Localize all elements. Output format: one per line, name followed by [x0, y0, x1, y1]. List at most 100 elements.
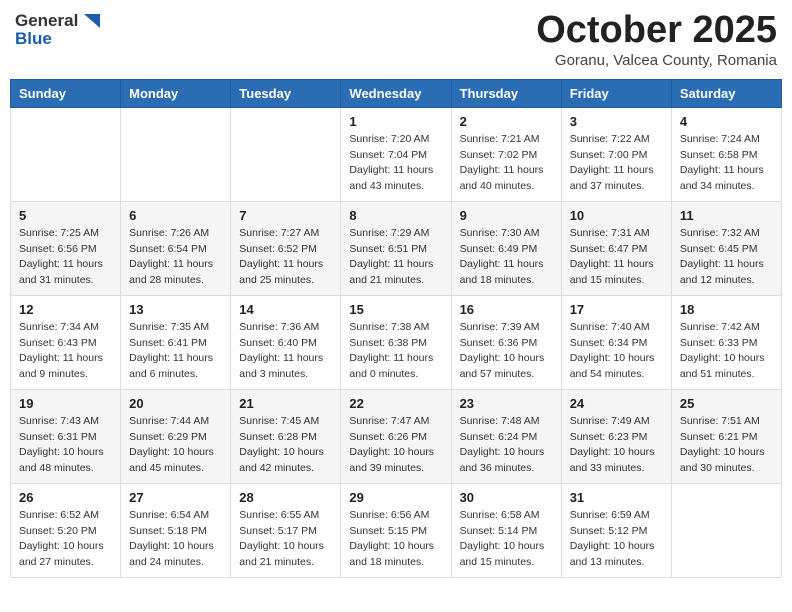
day-number: 31 [570, 490, 663, 505]
day-number: 3 [570, 114, 663, 129]
weekday-header-saturday: Saturday [671, 79, 781, 107]
day-info: Sunrise: 7:44 AMSunset: 6:29 PMDaylight:… [129, 414, 222, 477]
day-info: Sunrise: 7:43 AMSunset: 6:31 PMDaylight:… [19, 414, 112, 477]
day-number: 29 [349, 490, 442, 505]
calendar-cell: 12Sunrise: 7:34 AMSunset: 6:43 PMDayligh… [11, 295, 121, 389]
day-info: Sunrise: 7:42 AMSunset: 6:33 PMDaylight:… [680, 320, 773, 383]
calendar-cell: 14Sunrise: 7:36 AMSunset: 6:40 PMDayligh… [231, 295, 341, 389]
calendar-cell: 25Sunrise: 7:51 AMSunset: 6:21 PMDayligh… [671, 389, 781, 483]
day-number: 19 [19, 396, 112, 411]
day-info: Sunrise: 7:27 AMSunset: 6:52 PMDaylight:… [239, 226, 332, 289]
calendar-cell: 28Sunrise: 6:55 AMSunset: 5:17 PMDayligh… [231, 483, 341, 577]
day-info: Sunrise: 7:39 AMSunset: 6:36 PMDaylight:… [460, 320, 553, 383]
calendar-cell [671, 483, 781, 577]
title-section: October 2025 Goranu, Valcea County, Roma… [536, 10, 777, 69]
day-info: Sunrise: 7:21 AMSunset: 7:02 PMDaylight:… [460, 132, 553, 195]
weekday-header-thursday: Thursday [451, 79, 561, 107]
day-number: 11 [680, 208, 773, 223]
day-number: 7 [239, 208, 332, 223]
day-number: 9 [460, 208, 553, 223]
calendar-cell: 26Sunrise: 6:52 AMSunset: 5:20 PMDayligh… [11, 483, 121, 577]
calendar-cell: 31 Sunrise: 6:59 AMSunset: 5:12 PMDayligh… [561, 483, 671, 577]
day-number: 25 [680, 396, 773, 411]
calendar-cell: 16 Sunrise: 7:39 AMSunset: 6:36 PMDayligh… [451, 295, 561, 389]
logo-text: General Blue [15, 10, 102, 49]
weekday-header-wednesday: Wednesday [341, 79, 451, 107]
day-number: 10 [570, 208, 663, 223]
calendar-cell: 1Sunrise: 7:20 AMSunset: 7:04 PMDaylight… [341, 107, 451, 201]
day-info: Sunrise: 6:54 AMSunset: 5:18 PMDaylight:… [129, 508, 222, 571]
logo-blue: Blue [15, 30, 102, 49]
day-number: 13 [129, 302, 222, 317]
day-number: 16 [460, 302, 553, 317]
calendar-cell: 8 Sunrise: 7:29 AMSunset: 6:51 PMDaylight… [341, 201, 451, 295]
calendar-cell: 19 Sunrise: 7:43 AMSunset: 6:31 PMDayligh… [11, 389, 121, 483]
calendar-week-row: 12Sunrise: 7:34 AMSunset: 6:43 PMDayligh… [11, 295, 782, 389]
day-number: 2 [460, 114, 553, 129]
weekday-header-friday: Friday [561, 79, 671, 107]
calendar-week-row: 26Sunrise: 6:52 AMSunset: 5:20 PMDayligh… [11, 483, 782, 577]
calendar-cell: 11 Sunrise: 7:32 AMSunset: 6:45 PMDayligh… [671, 201, 781, 295]
page-header: General Blue October 2025 Goranu, Valcea… [10, 10, 782, 69]
day-number: 6 [129, 208, 222, 223]
weekday-header-row: SundayMondayTuesdayWednesdayThursdayFrid… [11, 79, 782, 107]
calendar-cell: 15 Sunrise: 7:38 AMSunset: 6:38 PMDayligh… [341, 295, 451, 389]
calendar-cell: 4 Sunrise: 7:24 AMSunset: 6:58 PMDaylight… [671, 107, 781, 201]
day-info: Sunrise: 7:32 AMSunset: 6:45 PMDaylight:… [680, 226, 773, 289]
day-info: Sunrise: 7:20 AMSunset: 7:04 PMDaylight:… [349, 132, 442, 195]
day-info: Sunrise: 7:24 AMSunset: 6:58 PMDaylight:… [680, 132, 773, 195]
calendar-cell: 17Sunrise: 7:40 AMSunset: 6:34 PMDayligh… [561, 295, 671, 389]
month-title: October 2025 [536, 10, 777, 52]
calendar-cell: 13 Sunrise: 7:35 AMSunset: 6:41 PMDayligh… [121, 295, 231, 389]
calendar-cell: 29 Sunrise: 6:56 AMSunset: 5:15 PMDayligh… [341, 483, 451, 577]
calendar-cell [11, 107, 121, 201]
day-number: 15 [349, 302, 442, 317]
day-info: Sunrise: 7:48 AMSunset: 6:24 PMDaylight:… [460, 414, 553, 477]
day-number: 17 [570, 302, 663, 317]
day-info: Sunrise: 7:29 AMSunset: 6:51 PMDaylight:… [349, 226, 442, 289]
day-info: Sunrise: 6:52 AMSunset: 5:20 PMDaylight:… [19, 508, 112, 571]
calendar-cell: 7 Sunrise: 7:27 AMSunset: 6:52 PMDaylight… [231, 201, 341, 295]
weekday-header-monday: Monday [121, 79, 231, 107]
day-number: 8 [349, 208, 442, 223]
day-info: Sunrise: 7:38 AMSunset: 6:38 PMDaylight:… [349, 320, 442, 383]
calendar-cell: 30Sunrise: 6:58 AMSunset: 5:14 PMDayligh… [451, 483, 561, 577]
day-number: 5 [19, 208, 112, 223]
calendar-table: SundayMondayTuesdayWednesdayThursdayFrid… [10, 79, 782, 578]
day-number: 21 [239, 396, 332, 411]
day-info: Sunrise: 7:35 AMSunset: 6:41 PMDaylight:… [129, 320, 222, 383]
day-number: 22 [349, 396, 442, 411]
calendar-week-row: 1Sunrise: 7:20 AMSunset: 7:04 PMDaylight… [11, 107, 782, 201]
day-info: Sunrise: 6:59 AMSunset: 5:12 PMDaylight:… [570, 508, 663, 571]
day-info: Sunrise: 6:56 AMSunset: 5:15 PMDaylight:… [349, 508, 442, 571]
day-info: Sunrise: 7:26 AMSunset: 6:54 PMDaylight:… [129, 226, 222, 289]
day-number: 23 [460, 396, 553, 411]
logo-general: General [15, 12, 78, 31]
day-info: Sunrise: 6:55 AMSunset: 5:17 PMDaylight:… [239, 508, 332, 571]
day-number: 24 [570, 396, 663, 411]
calendar-cell: 22 Sunrise: 7:47 AMSunset: 6:26 PMDayligh… [341, 389, 451, 483]
day-info: Sunrise: 7:45 AMSunset: 6:28 PMDaylight:… [239, 414, 332, 477]
location-subtitle: Goranu, Valcea County, Romania [536, 52, 777, 69]
calendar-week-row: 5 Sunrise: 7:25 AMSunset: 6:56 PMDaylight… [11, 201, 782, 295]
day-info: Sunrise: 7:30 AMSunset: 6:49 PMDaylight:… [460, 226, 553, 289]
weekday-header-sunday: Sunday [11, 79, 121, 107]
day-number: 14 [239, 302, 332, 317]
day-info: Sunrise: 7:22 AMSunset: 7:00 PMDaylight:… [570, 132, 663, 195]
calendar-cell [121, 107, 231, 201]
day-number: 4 [680, 114, 773, 129]
calendar-cell: 20Sunrise: 7:44 AMSunset: 6:29 PMDayligh… [121, 389, 231, 483]
calendar-cell: 24Sunrise: 7:49 AMSunset: 6:23 PMDayligh… [561, 389, 671, 483]
day-number: 27 [129, 490, 222, 505]
day-info: Sunrise: 7:25 AMSunset: 6:56 PMDaylight:… [19, 226, 112, 289]
calendar-cell: 3 Sunrise: 7:22 AMSunset: 7:00 PMDaylight… [561, 107, 671, 201]
calendar-cell: 5 Sunrise: 7:25 AMSunset: 6:56 PMDaylight… [11, 201, 121, 295]
day-info: Sunrise: 7:31 AMSunset: 6:47 PMDaylight:… [570, 226, 663, 289]
day-info: Sunrise: 7:47 AMSunset: 6:26 PMDaylight:… [349, 414, 442, 477]
calendar-cell: 2 Sunrise: 7:21 AMSunset: 7:02 PMDaylight… [451, 107, 561, 201]
day-number: 12 [19, 302, 112, 317]
weekday-header-tuesday: Tuesday [231, 79, 341, 107]
calendar-cell: 21 Sunrise: 7:45 AMSunset: 6:28 PMDayligh… [231, 389, 341, 483]
calendar-cell: 9 Sunrise: 7:30 AMSunset: 6:49 PMDaylight… [451, 201, 561, 295]
day-number: 30 [460, 490, 553, 505]
